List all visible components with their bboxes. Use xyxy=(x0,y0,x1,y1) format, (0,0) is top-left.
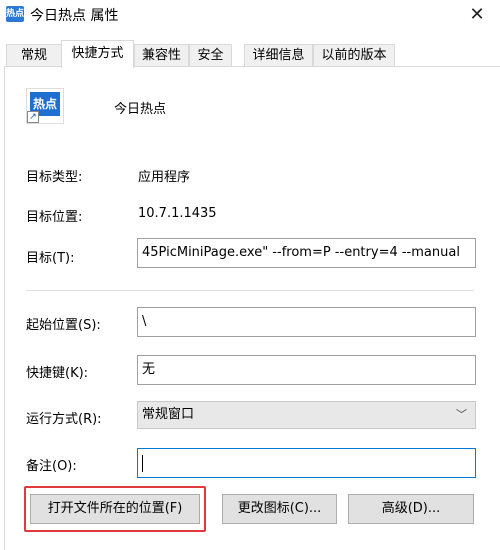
target-location-label: 目标位置: xyxy=(26,210,83,225)
open-file-location-button[interactable]: 打开文件所在的位置(F) xyxy=(30,494,200,524)
tab-shortcut[interactable]: 快捷方式 xyxy=(61,40,134,68)
tab-general[interactable]: 常规 xyxy=(6,44,62,67)
chevron-down-icon: ﹀ xyxy=(456,408,467,421)
run-select[interactable]: 常规窗口 ﹀ xyxy=(137,401,476,429)
comment-label: 备注(O): xyxy=(26,459,77,474)
shortcut-key-label: 快捷键(K): xyxy=(26,366,89,381)
target-label: 目标(T): xyxy=(26,251,75,266)
window-title: 今日热点 属性 xyxy=(30,8,119,24)
target-type-label: 目标类型: xyxy=(26,170,83,185)
start-in-input[interactable]: \ xyxy=(137,307,476,337)
tab-strip: 常规 快捷方式 兼容性 安全 详细信息 以前的版本 xyxy=(0,40,500,68)
divider xyxy=(26,290,474,291)
title-bar: 热点 今日热点 属性 ✕ xyxy=(0,0,500,30)
advanced-button[interactable]: 高级(D)... xyxy=(348,494,474,524)
change-icon-button[interactable]: 更改图标(C)... xyxy=(222,494,337,524)
shortcut-arrow-icon: ↗ xyxy=(27,111,39,123)
tab-compatibility[interactable]: 兼容性 xyxy=(134,44,189,67)
start-in-label: 起始位置(S): xyxy=(26,318,101,333)
comment-input[interactable] xyxy=(137,448,476,478)
run-select-value: 常规窗口 xyxy=(142,407,195,422)
tab-security[interactable]: 安全 xyxy=(189,44,232,67)
app-shortcut-icon: 热点 xyxy=(6,6,24,22)
close-button[interactable]: ✕ xyxy=(454,0,500,30)
run-label: 运行方式(R): xyxy=(26,412,102,427)
target-type-value: 应用程序 xyxy=(138,170,191,185)
target-location-value: 10.7.1.1435 xyxy=(138,206,217,221)
tab-previous-versions[interactable]: 以前的版本 xyxy=(313,44,395,67)
app-name: 今日热点 xyxy=(114,102,167,117)
target-input[interactable]: 45PicMiniPage.exe" --from=P --entry=4 --… xyxy=(137,238,476,268)
app-icon: 热点 ↗ xyxy=(26,88,64,124)
tab-details[interactable]: 详细信息 xyxy=(244,44,313,67)
text-caret xyxy=(142,455,143,472)
shortcut-key-input[interactable]: 无 xyxy=(137,355,476,385)
